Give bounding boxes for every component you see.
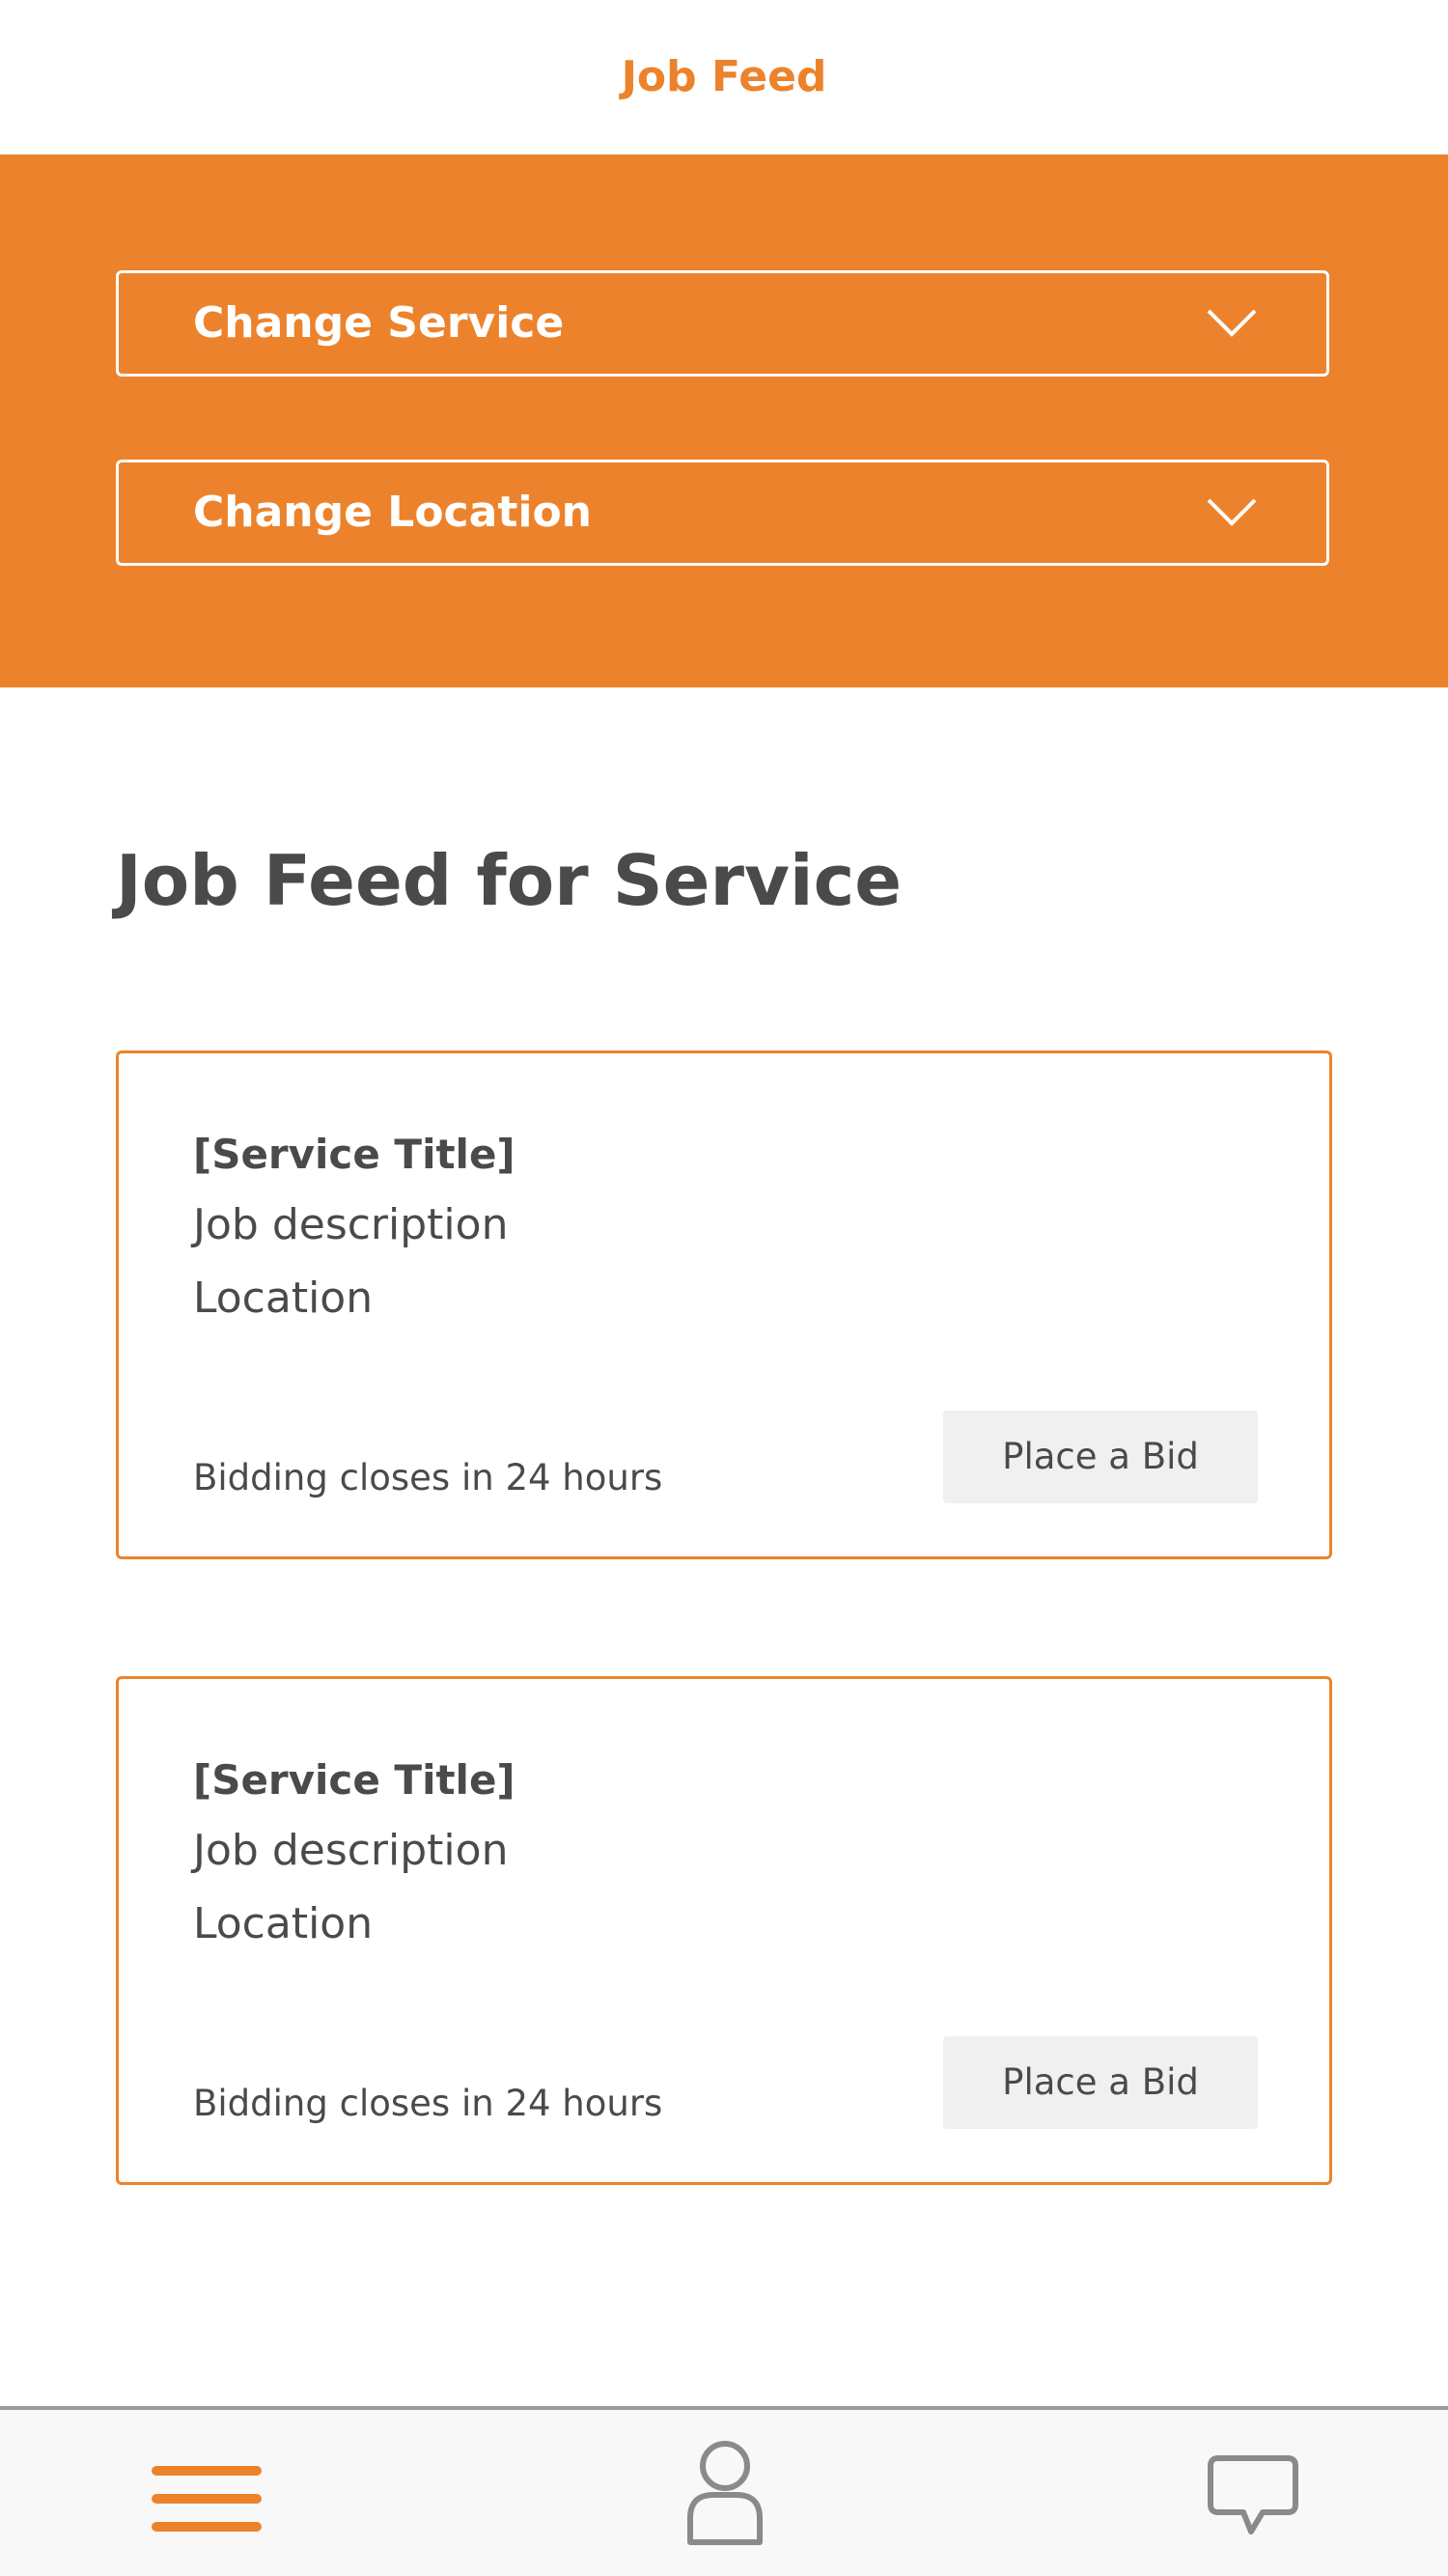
job-description: Job description	[193, 1200, 509, 1249]
change-service-label: Change Service	[193, 298, 565, 348]
change-location-label: Change Location	[193, 488, 592, 537]
chat-bubble-icon	[1208, 2455, 1298, 2534]
section-heading: Job Feed for Service	[116, 840, 903, 921]
job-description: Job description	[193, 1826, 509, 1875]
chevron-down-icon	[1207, 309, 1257, 337]
bidding-deadline: Bidding closes in 24 hours	[193, 1457, 663, 1498]
bottom-tab-bar	[0, 2406, 1448, 2576]
job-title: [Service Title]	[193, 1756, 515, 1804]
hamburger-menu-icon	[152, 2466, 262, 2532]
page-title: Job Feed	[621, 52, 827, 101]
job-title: [Service Title]	[193, 1131, 515, 1178]
place-bid-button[interactable]: Place a Bid	[943, 2036, 1258, 2129]
filter-panel: Change Service Change Location	[0, 154, 1448, 687]
profile-icon	[687, 2441, 763, 2545]
job-location: Location	[193, 1274, 374, 1323]
place-bid-button[interactable]: Place a Bid	[943, 1411, 1258, 1503]
job-card: [Service Title] Job description Location…	[116, 1676, 1332, 2185]
change-service-dropdown[interactable]: Change Service	[116, 270, 1329, 377]
top-bar: Job Feed	[0, 0, 1448, 154]
chevron-down-icon	[1207, 498, 1257, 526]
job-location: Location	[193, 1899, 374, 1948]
tab-menu[interactable]	[135, 2410, 280, 2576]
tab-messages[interactable]	[1187, 2410, 1323, 2576]
bidding-deadline: Bidding closes in 24 hours	[193, 2083, 663, 2124]
job-card: [Service Title] Job description Location…	[116, 1050, 1332, 1559]
change-location-dropdown[interactable]: Change Location	[116, 460, 1329, 566]
tab-profile[interactable]	[656, 2410, 792, 2576]
